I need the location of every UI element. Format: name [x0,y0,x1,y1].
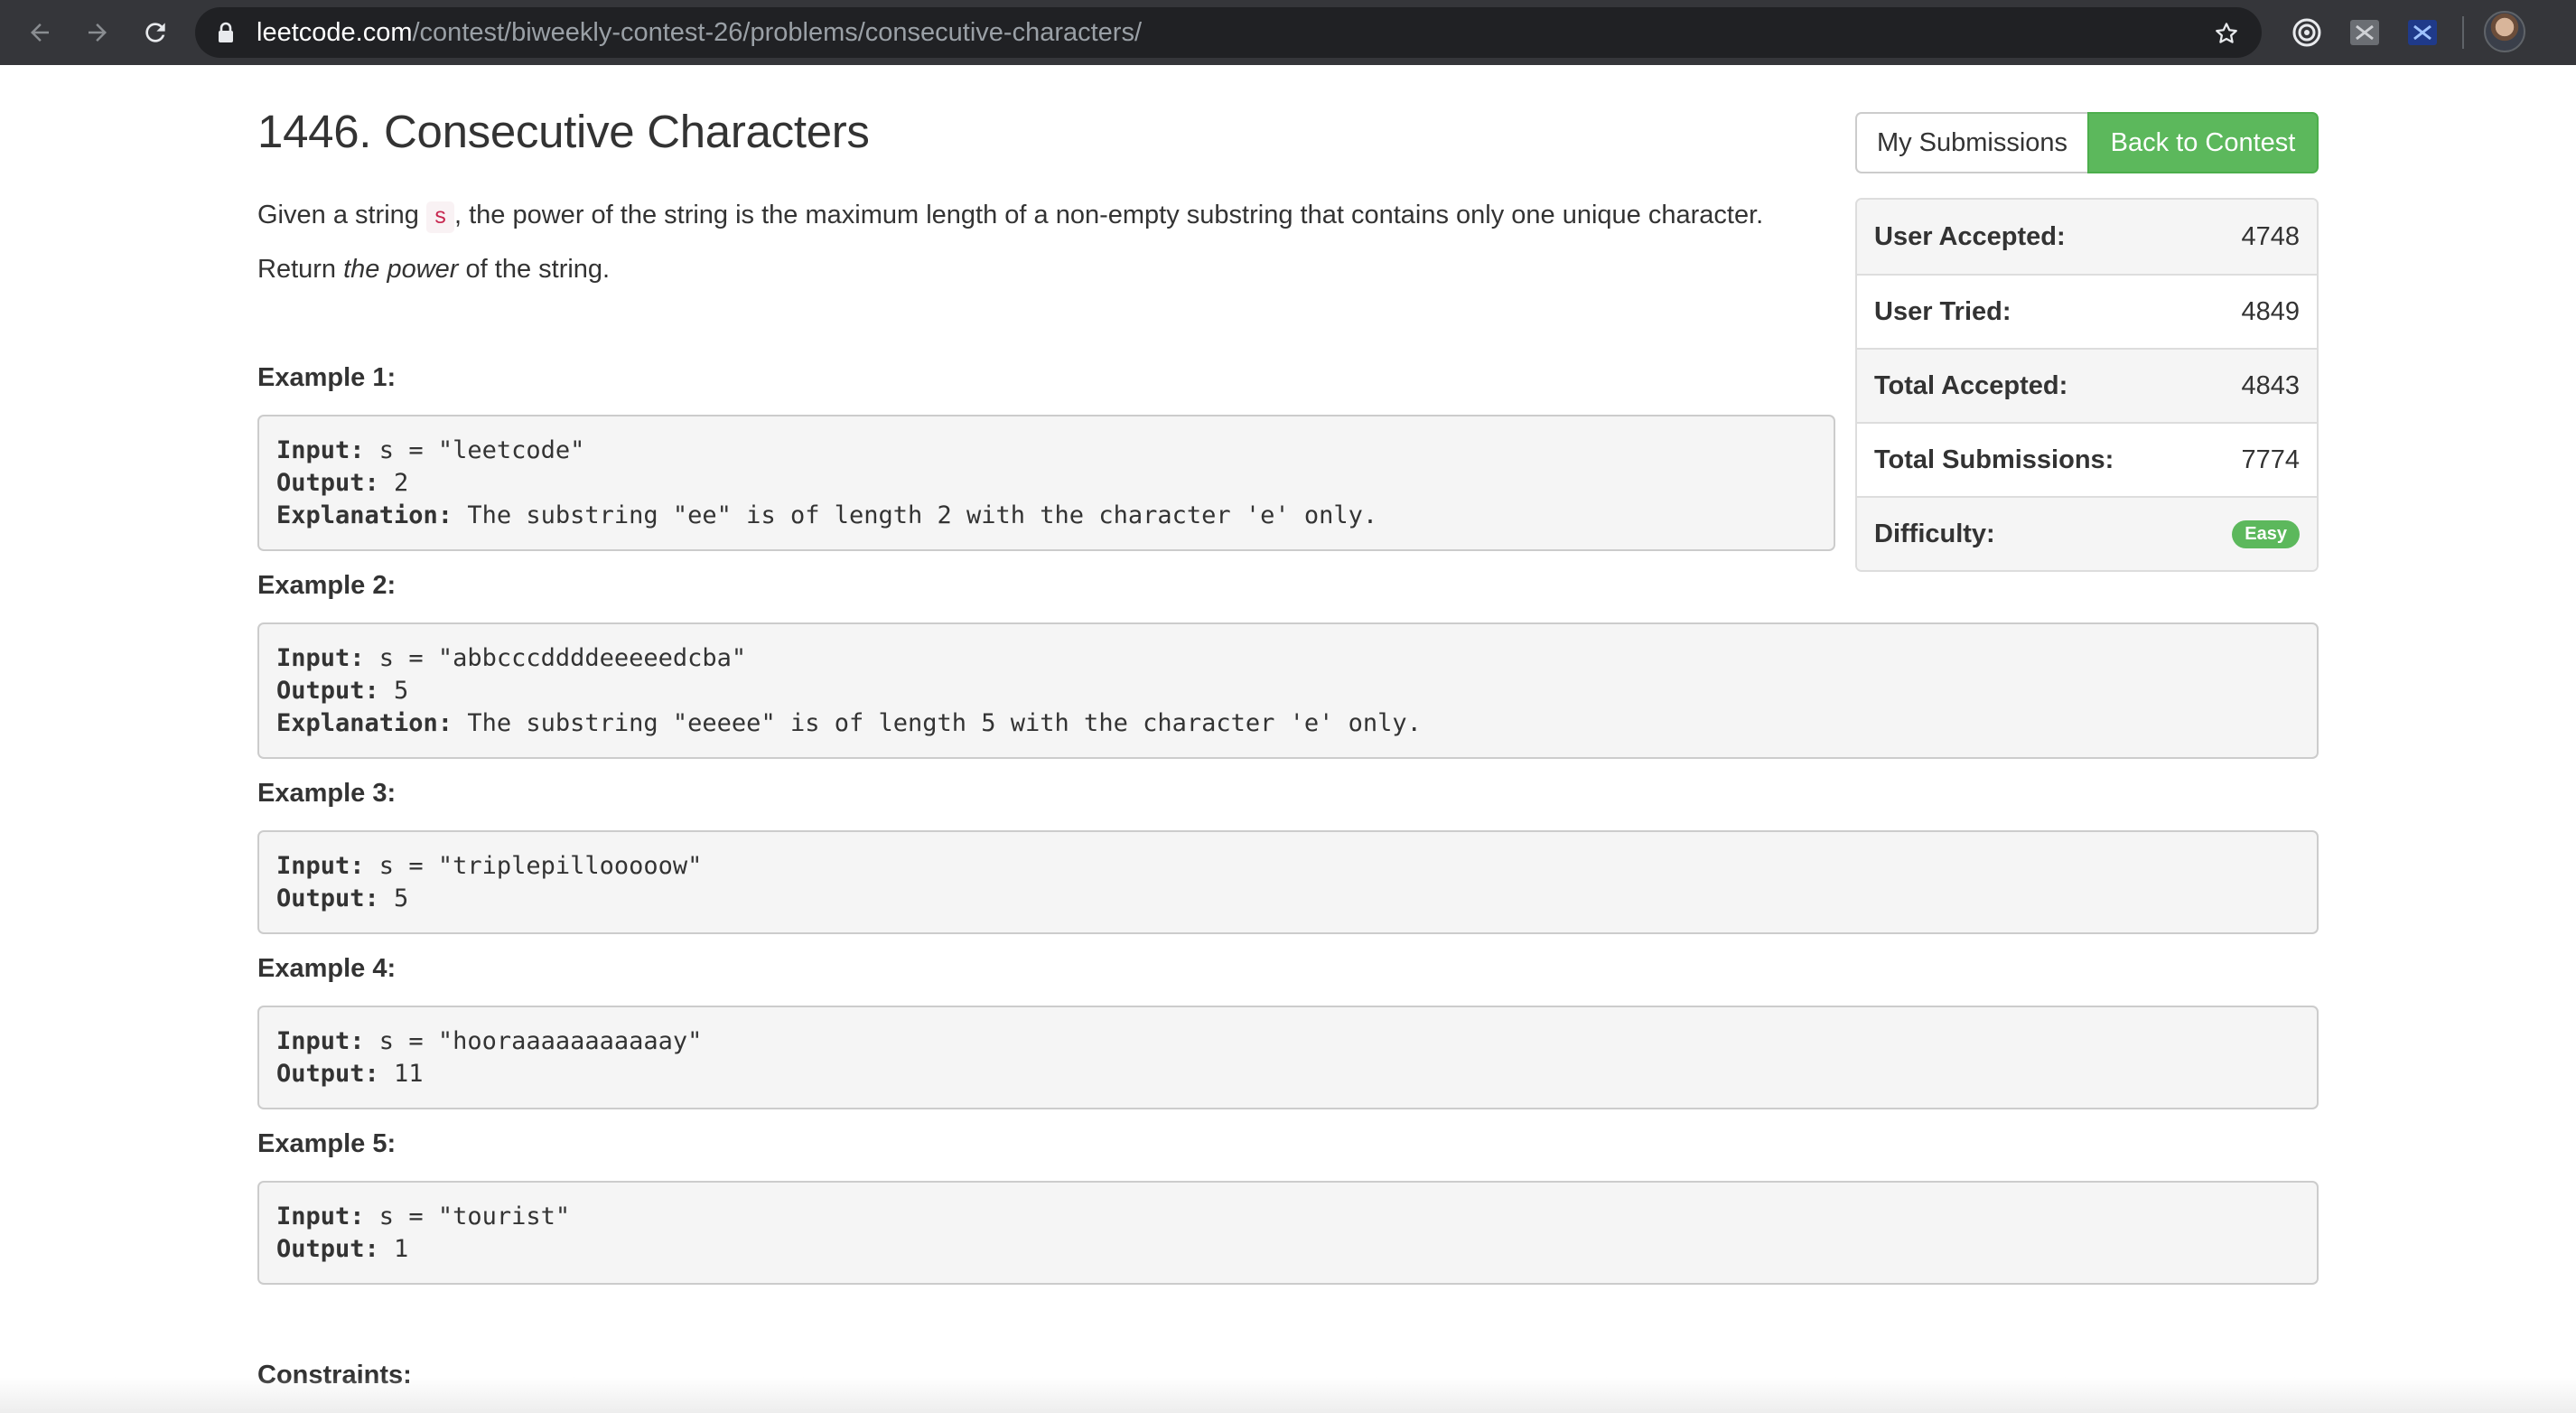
explanation-label: Explanation: [276,709,453,737]
input-label: Input: [276,644,365,672]
example-output: 2 [378,469,409,497]
example-block: Input: s = "hooraaaaaaaaaaay" Output: 11 [257,1006,2319,1109]
example-input: s = "triplepillooooow" [364,852,703,880]
input-label: Input: [276,852,365,880]
stat-value: 4748 [2241,221,2300,251]
stat-row-user-accepted: User Accepted: 4748 [1857,200,2317,274]
difficulty-badge: Easy [2232,519,2300,548]
example-input: s = "leetcode" [364,436,585,464]
example-output: 1 [378,1235,409,1263]
inline-code-s: s [425,201,454,233]
example-output: 5 [378,677,409,705]
contest-stats-panel: User Accepted: 4748 User Tried: 4849 Tot… [1855,198,2319,572]
return-statement: Return the power of the string. [257,255,610,285]
output-label: Output: [276,677,379,705]
stat-row-total-submissions: Total Submissions: 7774 [1857,422,2317,496]
example-heading: Example 1: [257,363,397,392]
example-output: 11 [378,1060,424,1088]
example-block: Input: s = "abbcccddddeeeeedcba" Output:… [257,622,2319,759]
browser-toolbar: leetcode.com/contest/biweekly-contest-26… [0,0,2576,65]
stat-row-user-tried: User Tried: 4849 [1857,274,2317,348]
explanation-label: Explanation: [276,501,453,529]
toolbar-divider [2462,16,2464,49]
bottom-shadow [0,1377,2576,1413]
stat-row-difficulty: Difficulty: Easy [1857,496,2317,570]
stat-label: Total Submissions: [1874,444,2114,474]
stat-label: User Accepted: [1874,221,2066,251]
star-icon[interactable] [2213,20,2240,51]
stat-row-total-accepted: Total Accepted: 4843 [1857,348,2317,422]
stat-value: 7774 [2241,444,2300,474]
stat-value: 4843 [2241,370,2300,400]
example-heading: Example 5: [257,1129,397,1158]
stat-label: Total Accepted: [1874,370,2068,400]
description-text-rest: , the power of the string is the maximum… [454,201,1764,229]
problem-page: 1446. Consecutive Characters Given a str… [0,65,2576,1413]
example-block: Input: s = "tourist" Output: 1 [257,1181,2319,1285]
example-heading: Example 3: [257,779,397,808]
example-input: s = "hooraaaaaaaaaaay" [364,1027,703,1055]
example-block: Input: s = "leetcode" Output: 2 Explanat… [257,415,1835,551]
problem-description: Given a string s, the power of the strin… [257,201,1764,233]
stat-label: Difficulty: [1874,519,1995,548]
example-block: Input: s = "triplepillooooow" Output: 5 [257,830,2319,934]
extension-icon-blue[interactable] [2404,14,2441,51]
profile-avatar[interactable] [2484,11,2525,52]
url-text[interactable]: leetcode.com/contest/biweekly-contest-26… [257,7,1142,58]
description-text: Given a string [257,201,426,229]
forward-arrow-icon[interactable] [79,14,116,51]
target-extension-icon[interactable] [2289,14,2325,51]
return-text: Return [257,255,344,284]
output-label: Output: [276,1060,379,1088]
output-label: Output: [276,1235,379,1263]
reload-icon[interactable] [137,14,173,51]
back-arrow-icon[interactable] [22,14,58,51]
example-output: 5 [378,884,409,912]
example-explanation: The substring "ee" is of length 2 with t… [453,501,1378,529]
example-heading: Example 2: [257,571,397,600]
back-to-contest-button[interactable]: Back to Contest [2087,112,2319,173]
url-path: /contest/biweekly-contest-26/problems/co… [412,18,1143,47]
example-heading: Example 4: [257,954,397,983]
stat-label: User Tried: [1874,296,2011,326]
return-text-rest: of the string. [458,255,611,284]
problem-title: 1446. Consecutive Characters [257,106,870,157]
my-submissions-button[interactable]: My Submissions [1855,112,2087,173]
extension-icon[interactable] [2347,14,2383,51]
output-label: Output: [276,884,379,912]
example-explanation: The substring "eeeee" is of length 5 wit… [453,709,1422,737]
input-label: Input: [276,1202,365,1231]
output-label: Output: [276,469,379,497]
url-host: leetcode.com [257,18,413,47]
stat-value: 4849 [2241,296,2300,326]
return-emphasis: the power [343,255,459,284]
input-label: Input: [276,436,365,464]
address-bar[interactable]: leetcode.com/contest/biweekly-contest-26… [195,7,2262,58]
example-input: s = "tourist" [364,1202,571,1231]
example-input: s = "abbcccddddeeeeedcba" [364,644,747,672]
lock-icon [217,22,235,48]
input-label: Input: [276,1027,365,1055]
